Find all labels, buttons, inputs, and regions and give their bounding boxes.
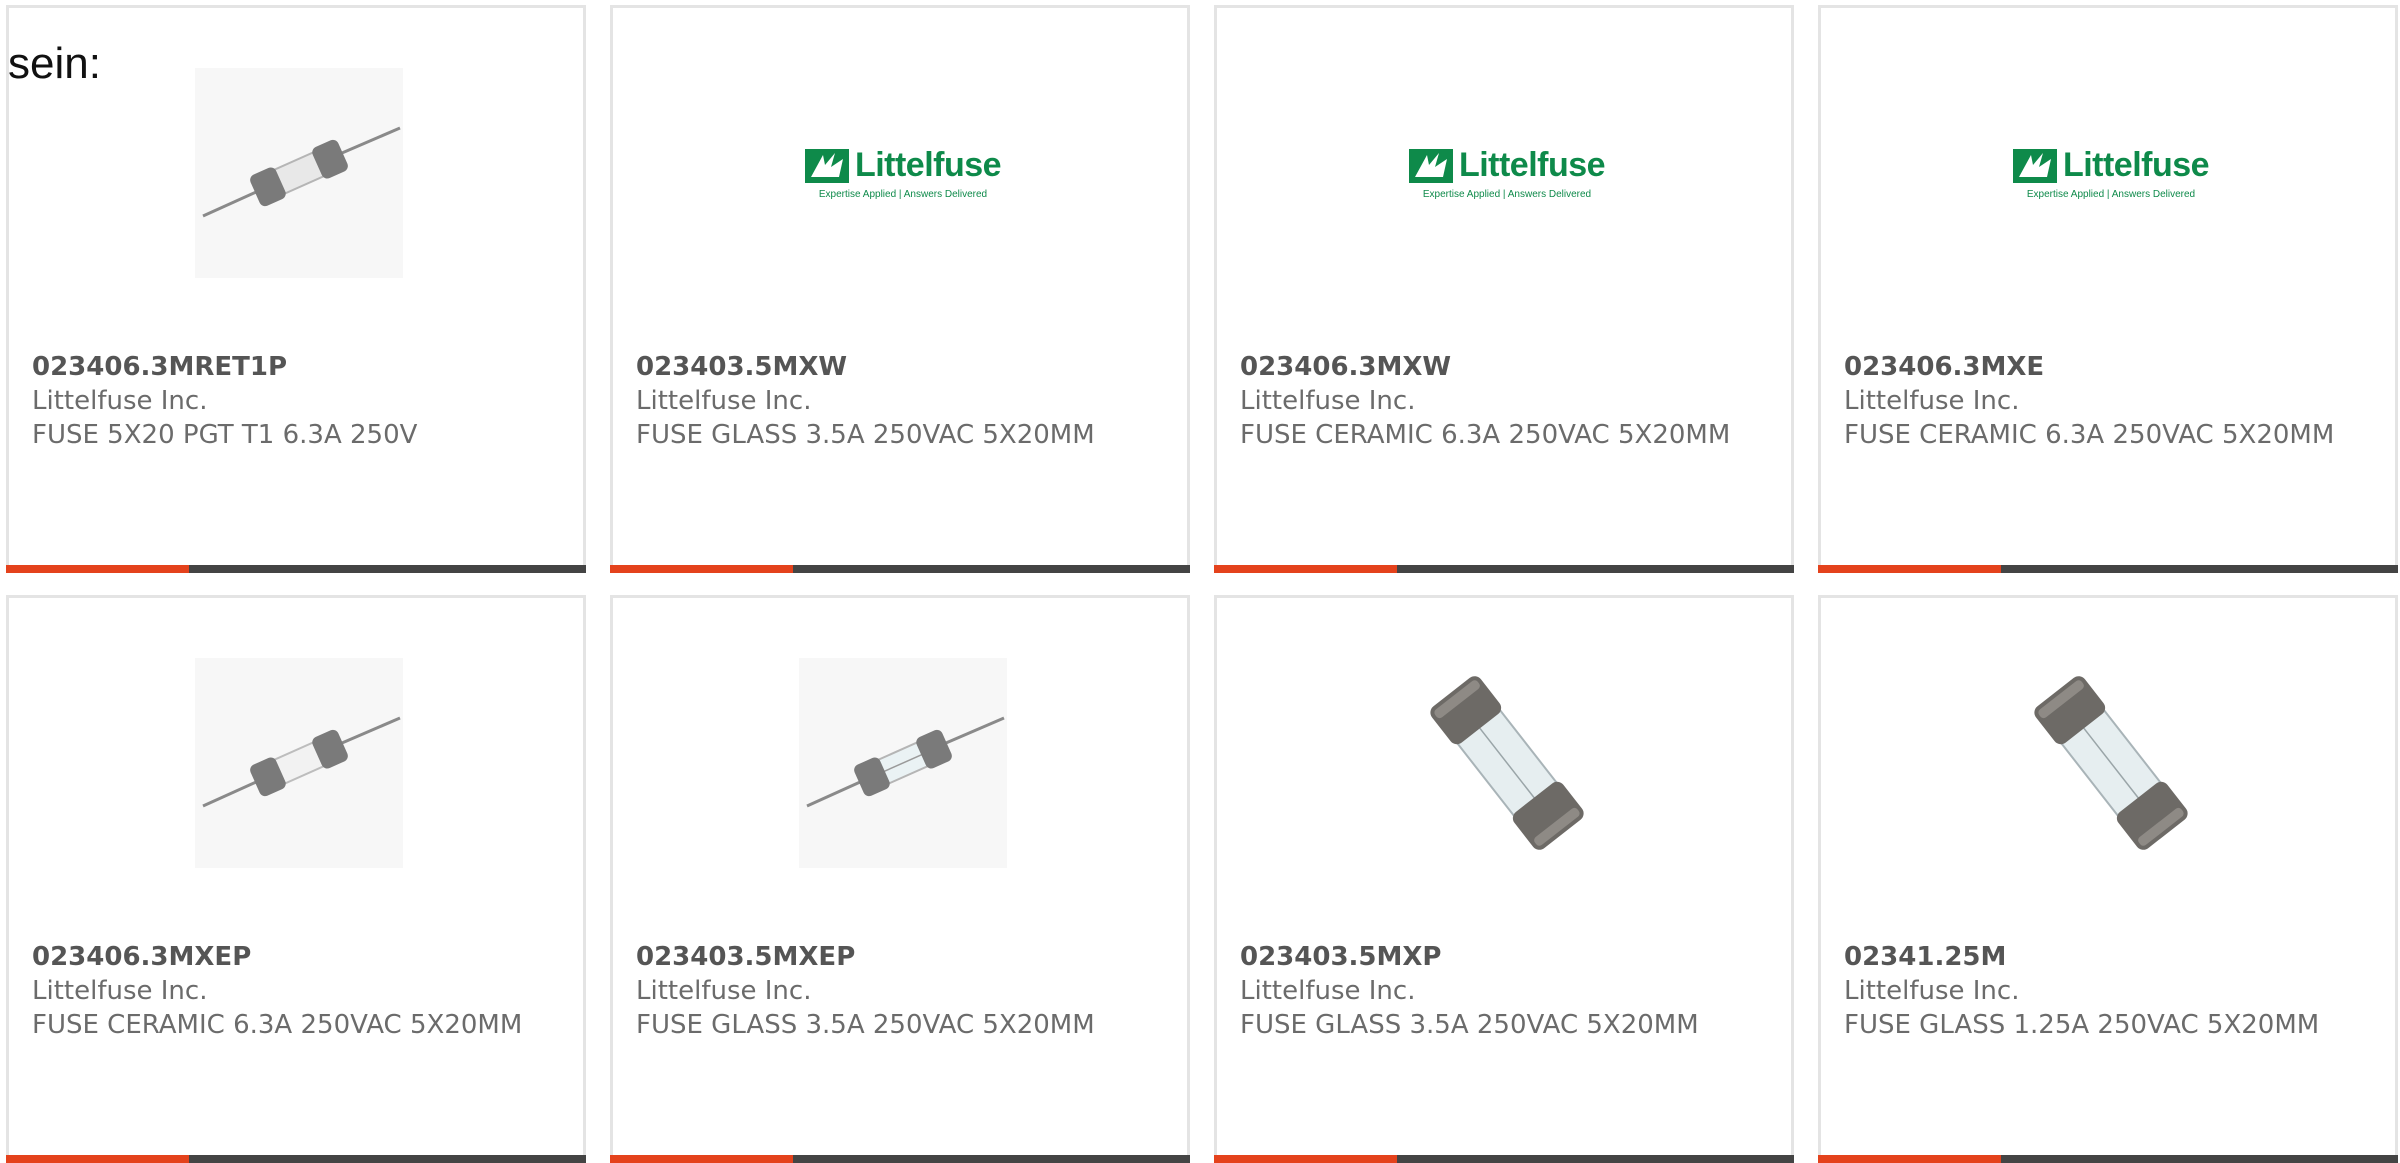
axial-fuse-image[interactable] [799, 658, 1007, 868]
manufacturer: Littelfuse Inc. [1844, 976, 2020, 1006]
product-grid: 023406.3MRET1P Littelfuse Inc. FUSE 5X20… [6, 5, 2400, 1163]
product-info: 023406.3MRET1P Littelfuse Inc. FUSE 5X20… [32, 350, 563, 452]
manufacturer: Littelfuse Inc. [1240, 386, 1416, 416]
card-accent [6, 1155, 189, 1163]
card-bottom-bar [6, 565, 586, 573]
product-card[interactable]: Littelfuse Expertise Applied | Answers D… [1818, 5, 2398, 573]
description: FUSE CERAMIC 6.3A 250VAC 5X20MM [32, 1010, 523, 1040]
littelfuse-logo[interactable]: Littelfuse Expertise Applied | Answers D… [2007, 68, 2215, 278]
logo-tagline: Expertise Applied | Answers Delivered [1422, 189, 1592, 200]
littelfuse-mark-icon [1408, 148, 1453, 183]
description: FUSE GLASS 3.5A 250VAC 5X20MM [636, 1010, 1095, 1040]
product-info: 023403.5MXP Littelfuse Inc. FUSE GLASS 3… [1240, 940, 1771, 1042]
littelfuse-logo[interactable]: Littelfuse Expertise Applied | Answers D… [799, 68, 1007, 278]
cartridge-fuse-image[interactable] [2007, 658, 2215, 868]
card-accent [6, 565, 189, 573]
card-bottom-bar [6, 1155, 586, 1163]
manufacturer: Littelfuse Inc. [32, 976, 208, 1006]
product-info: 023406.3MXW Littelfuse Inc. FUSE CERAMIC… [1240, 350, 1771, 452]
manufacturer: Littelfuse Inc. [1240, 976, 1416, 1006]
card-accent [1214, 565, 1397, 573]
product-info: 023406.3MXE Littelfuse Inc. FUSE CERAMIC… [1844, 350, 2375, 452]
manufacturer: Littelfuse Inc. [636, 386, 812, 416]
card-bottom-bar [610, 565, 1190, 573]
product-card[interactable]: 02341.25M Littelfuse Inc. FUSE GLASS 1.2… [1818, 595, 2398, 1163]
logo-name: Littelfuse [2062, 146, 2210, 184]
product-card[interactable]: Littelfuse Expertise Applied | Answers D… [610, 5, 1190, 573]
card-accent [610, 1155, 793, 1163]
manufacturer: Littelfuse Inc. [32, 386, 208, 416]
part-number[interactable]: 023406.3MXW [1240, 350, 1771, 384]
card-accent [1818, 565, 2001, 573]
description: FUSE 5X20 PGT T1 6.3A 250V [32, 420, 418, 450]
manufacturer: Littelfuse Inc. [1844, 386, 2020, 416]
description: FUSE CERAMIC 6.3A 250VAC 5X20MM [1240, 420, 1731, 450]
card-accent [1818, 1155, 2001, 1163]
card-bottom-bar [1818, 1155, 2398, 1163]
card-accent [610, 565, 793, 573]
part-number[interactable]: 023403.5MXW [636, 350, 1167, 384]
part-number[interactable]: 023403.5MXP [1240, 940, 1771, 974]
axial-fuse-image[interactable] [195, 68, 403, 278]
product-card[interactable]: 023403.5MXEP Littelfuse Inc. FUSE GLASS … [610, 595, 1190, 1163]
logo-tagline: Expertise Applied | Answers Delivered [818, 189, 988, 200]
product-info: 023403.5MXW Littelfuse Inc. FUSE GLASS 3… [636, 350, 1167, 452]
card-bottom-bar [1214, 565, 1794, 573]
part-number[interactable]: 023406.3MXEP [32, 940, 563, 974]
littelfuse-mark-icon [804, 148, 849, 183]
product-info: 02341.25M Littelfuse Inc. FUSE GLASS 1.2… [1844, 940, 2375, 1042]
card-bottom-bar [1214, 1155, 1794, 1163]
logo-name: Littelfuse [1458, 146, 1606, 184]
littelfuse-mark-icon [2012, 148, 2057, 183]
product-info: 023406.3MXEP Littelfuse Inc. FUSE CERAMI… [32, 940, 563, 1042]
card-bottom-bar [610, 1155, 1190, 1163]
part-number[interactable]: 023406.3MXE [1844, 350, 2375, 384]
description: FUSE GLASS 3.5A 250VAC 5X20MM [1240, 1010, 1699, 1040]
product-card[interactable]: Littelfuse Expertise Applied | Answers D… [1214, 5, 1794, 573]
product-card[interactable]: 023406.3MXEP Littelfuse Inc. FUSE CERAMI… [6, 595, 586, 1163]
cartridge-fuse-image[interactable] [1403, 658, 1611, 868]
description: FUSE CERAMIC 6.3A 250VAC 5X20MM [1844, 420, 2335, 450]
logo-name: Littelfuse [854, 146, 1002, 184]
part-number[interactable]: 023406.3MRET1P [32, 350, 563, 384]
part-number[interactable]: 023403.5MXEP [636, 940, 1167, 974]
description: FUSE GLASS 1.25A 250VAC 5X20MM [1844, 1010, 2320, 1040]
product-info: 023403.5MXEP Littelfuse Inc. FUSE GLASS … [636, 940, 1167, 1042]
manufacturer: Littelfuse Inc. [636, 976, 812, 1006]
axial-fuse-image[interactable] [195, 658, 403, 868]
description: FUSE GLASS 3.5A 250VAC 5X20MM [636, 420, 1095, 450]
product-card[interactable]: 023403.5MXP Littelfuse Inc. FUSE GLASS 3… [1214, 595, 1794, 1163]
littelfuse-logo[interactable]: Littelfuse Expertise Applied | Answers D… [1403, 68, 1611, 278]
intro-text: sein: [8, 39, 101, 88]
card-accent [1214, 1155, 1397, 1163]
logo-tagline: Expertise Applied | Answers Delivered [2026, 189, 2196, 200]
part-number[interactable]: 02341.25M [1844, 940, 2375, 974]
card-bottom-bar [1818, 565, 2398, 573]
